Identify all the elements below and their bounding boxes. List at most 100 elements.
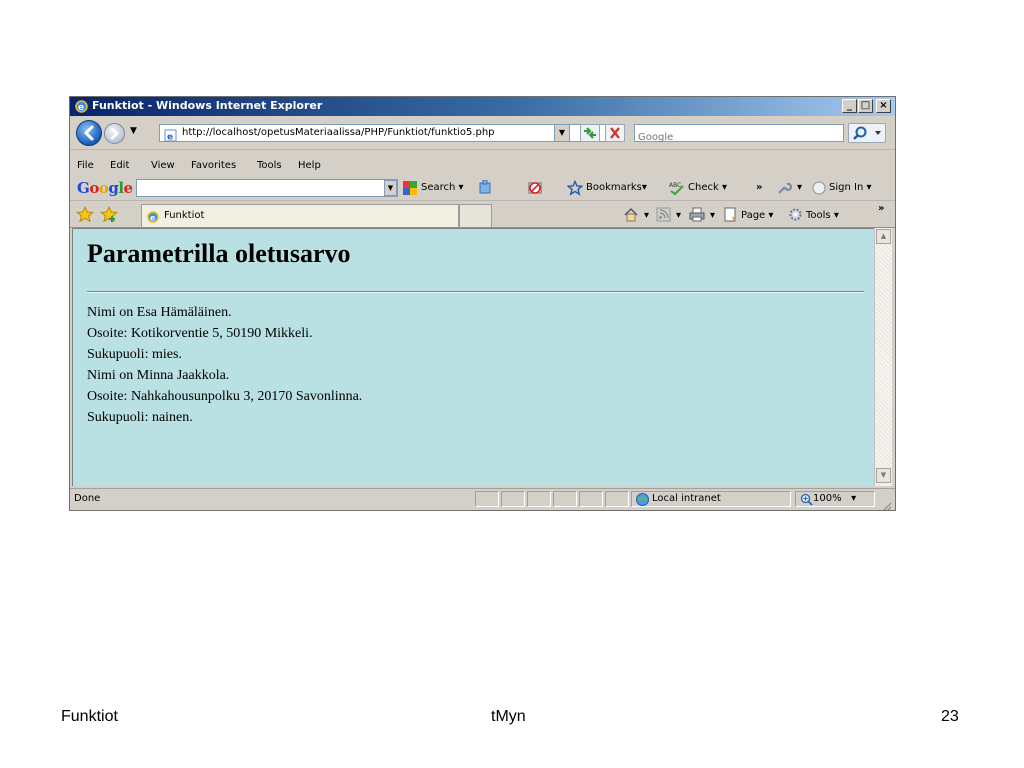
vertical-scrollbar[interactable]: ▲ ▼ — [874, 228, 892, 486]
bookmarks-button[interactable]: Bookmarks▾ — [586, 182, 647, 193]
google-logo: Google — [77, 179, 133, 197]
page-menu-button[interactable]: Page ▾ — [741, 210, 773, 221]
slide-page-number: 23 — [941, 708, 959, 725]
sign-in-circle-icon — [811, 180, 827, 200]
puzzle-icon[interactable] — [475, 179, 495, 200]
check-label: Check — [688, 182, 719, 193]
stop-icon — [610, 127, 620, 139]
resize-grip-icon[interactable] — [880, 497, 892, 510]
zoom-icon — [800, 492, 813, 510]
search-magnifier-icon — [853, 126, 881, 140]
page-heading: Parametrilla oletusarvo — [87, 239, 351, 268]
page-menu-icon — [723, 207, 738, 226]
tab-label: Funktiot — [164, 210, 205, 221]
google-search-dropdown[interactable]: ▼ — [384, 180, 397, 196]
content-line: Osoite: Nahkahousunpolku 3, 20170 Savonl… — [87, 389, 363, 404]
content-line: Nimi on Minna Jaakkola. — [87, 368, 230, 383]
page-content: Parametrilla oletusarvo Nimi on Esa Hämä… — [72, 228, 874, 486]
content-line: Sukupuoli: nainen. — [87, 410, 193, 425]
stop-button[interactable] — [605, 124, 625, 142]
svg-text:ABC: ABC — [669, 182, 681, 189]
scroll-up-button[interactable]: ▲ — [876, 229, 891, 244]
url-field[interactable]: e http://localhost/opetusMateriaalissa/P… — [159, 124, 620, 143]
slide-footer-center: tMyn — [491, 708, 526, 725]
intranet-globe-icon — [635, 492, 650, 510]
page-icon: e — [164, 127, 177, 146]
feeds-dropdown[interactable]: ▾ — [676, 210, 681, 221]
content-line: Osoite: Kotikorventie 5, 50190 Mikkeli. — [87, 326, 313, 341]
wrench-icon[interactable] — [776, 180, 793, 200]
horizontal-rule — [87, 291, 864, 293]
tools-menu-button[interactable]: Tools ▾ — [806, 210, 839, 221]
google-search-input[interactable] — [136, 179, 398, 197]
forward-arrow-icon — [110, 127, 119, 140]
print-dropdown[interactable]: ▾ — [710, 210, 715, 221]
title-bar[interactable]: e Funktiot - Windows Internet Explorer _… — [70, 97, 895, 116]
google-search-icon — [402, 180, 418, 200]
new-tab-button[interactable] — [459, 204, 492, 227]
status-cell — [579, 491, 603, 507]
status-cell — [527, 491, 551, 507]
toolbar-more-button[interactable]: » — [756, 182, 762, 193]
home-icon[interactable] — [623, 207, 639, 226]
page-menu-label: Page — [741, 210, 766, 221]
back-button[interactable] — [76, 120, 102, 146]
search-go-button[interactable] — [848, 123, 886, 143]
svg-text:e: e — [78, 103, 84, 113]
tools-menu-label: Tools — [806, 210, 831, 221]
recent-pages-dropdown[interactable]: ▼ — [130, 126, 137, 136]
content-line: Nimi on Esa Hämäläinen. — [87, 305, 232, 320]
menu-help[interactable]: Help — [298, 160, 321, 171]
home-dropdown[interactable]: ▾ — [644, 210, 649, 221]
sign-in-button[interactable]: Sign In ▾ — [829, 182, 871, 193]
google-search-button[interactable]: Search ▾ — [421, 182, 464, 193]
google-toolbar: Google ▼ Search ▾ Bookmarks▾ ABC Check ▾… — [70, 176, 895, 201]
menu-file[interactable]: File — [77, 160, 94, 171]
tab-page-icon: e — [146, 209, 160, 228]
check-button[interactable]: Check ▾ — [688, 182, 727, 193]
maximize-button[interactable]: □ — [858, 99, 873, 113]
zoom-value: 100% — [813, 493, 842, 504]
menu-favorites[interactable]: Favorites — [191, 160, 236, 171]
search-label: Search — [421, 182, 456, 193]
menu-tools[interactable]: Tools — [257, 160, 282, 171]
refresh-button[interactable] — [580, 124, 600, 142]
tools-gear-icon — [788, 207, 803, 226]
back-arrow-icon — [83, 125, 94, 141]
svg-text:e: e — [167, 133, 173, 143]
scroll-down-button[interactable]: ▼ — [876, 468, 891, 483]
feeds-icon[interactable] — [656, 207, 671, 226]
minimize-button[interactable]: _ — [842, 99, 857, 113]
popup-block-icon[interactable] — [527, 180, 543, 200]
url-dropdown-button[interactable]: ▼ — [554, 124, 570, 142]
url-text: http://localhost/opetusMateriaalissa/PHP… — [182, 127, 495, 138]
menu-bar: File Edit View Favorites Tools Help — [70, 158, 895, 176]
menu-view[interactable]: View — [151, 160, 175, 171]
close-button[interactable]: × — [876, 99, 891, 113]
sign-in-label: Sign In — [829, 182, 864, 193]
window-title: Funktiot - Windows Internet Explorer — [92, 99, 323, 112]
address-toolbar: ▼ e http://localhost/opetusMateriaalissa… — [70, 116, 895, 150]
star-icon — [566, 179, 584, 200]
add-favorites-icon[interactable] — [99, 205, 119, 227]
slide-footer-left: Funktiot — [61, 708, 118, 725]
status-cell — [475, 491, 499, 507]
wrench-dropdown[interactable]: ▾ — [797, 182, 802, 193]
favorites-star-icon[interactable] — [75, 205, 95, 227]
zoom-level[interactable]: 100% ▾ — [813, 493, 856, 504]
status-bar: Done Local intranet 100% ▾ — [70, 488, 895, 510]
status-cell — [501, 491, 525, 507]
search-input[interactable] — [638, 130, 838, 145]
search-box[interactable] — [634, 124, 844, 145]
security-zone-label: Local intranet — [652, 493, 721, 504]
tab-funktiot[interactable]: e Funktiot — [141, 204, 459, 227]
command-bar-more-button[interactable]: » — [878, 203, 884, 214]
content-line: Sukupuoli: mies. — [87, 347, 182, 362]
ie-logo-icon: e — [74, 99, 89, 114]
forward-button[interactable] — [104, 123, 125, 144]
menu-edit[interactable]: Edit — [110, 160, 129, 171]
svg-text:e: e — [150, 214, 156, 223]
spellcheck-icon: ABC — [668, 180, 686, 200]
print-icon[interactable] — [689, 207, 705, 226]
content-lines: Nimi on Esa Hämäläinen. Osoite: Kotikorv… — [87, 302, 362, 428]
